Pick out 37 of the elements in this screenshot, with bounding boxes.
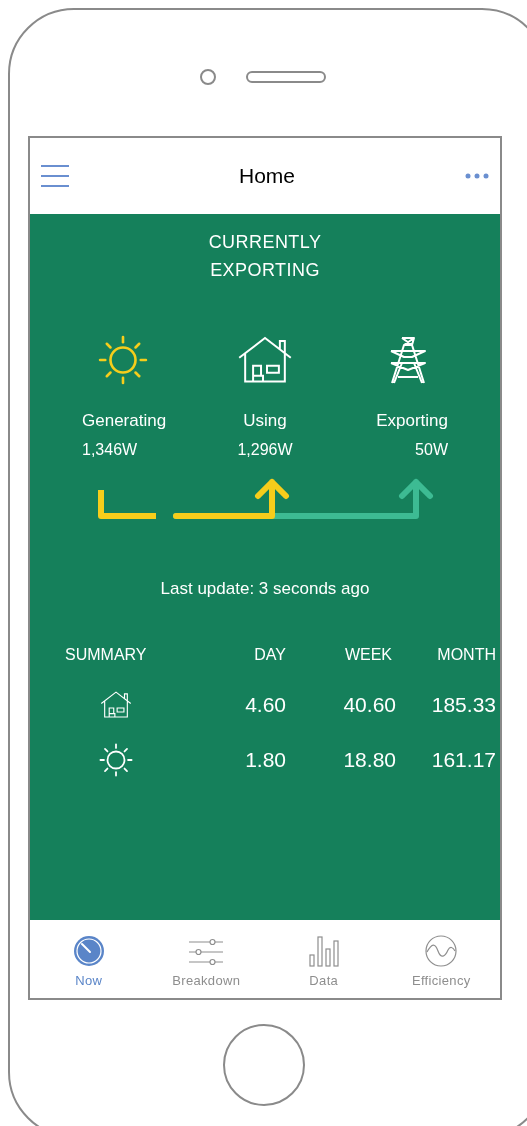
more-icon[interactable] xyxy=(464,172,490,180)
sun-icon xyxy=(98,335,148,385)
sliders-icon xyxy=(188,936,225,967)
house-icon xyxy=(100,691,132,719)
summary-value: 161.17 xyxy=(430,746,496,773)
summary-value: 40.60 xyxy=(342,692,396,718)
page-title: Home xyxy=(239,163,295,190)
summary-value: 18.80 xyxy=(342,746,396,773)
tab[interactable]: Data xyxy=(265,920,383,998)
flow-label: Using xyxy=(243,410,287,432)
flow-value: 1,296W xyxy=(237,439,293,460)
flow-value: 1,346W xyxy=(82,439,138,460)
column-header: MONTH xyxy=(436,645,496,665)
home-button[interactable] xyxy=(223,1024,305,1106)
summary-value: 185.33 xyxy=(430,692,496,718)
wave-icon xyxy=(425,934,458,967)
column-header: SUMMARY xyxy=(64,645,148,665)
summary-value: 1.80 xyxy=(244,746,286,773)
tab[interactable]: Breakdown xyxy=(147,920,265,998)
flow-label: Exporting xyxy=(376,410,448,432)
pylon-icon xyxy=(388,335,428,385)
column-header: DAY xyxy=(253,645,286,665)
last-update-text: Last update: 3 seconds ago xyxy=(159,577,371,600)
tab[interactable]: Efficiency xyxy=(382,920,500,998)
status-heading: CURRENTLY EXPORTING xyxy=(207,231,323,282)
sun-icon xyxy=(99,742,133,777)
menu-icon[interactable] xyxy=(40,164,70,188)
gauge-icon xyxy=(72,934,105,967)
camera-icon xyxy=(200,69,216,85)
summary-value: 4.60 xyxy=(244,692,286,718)
house-icon xyxy=(237,336,293,384)
column-header: WEEK xyxy=(343,645,393,665)
speaker-icon xyxy=(246,71,326,83)
flow-label: Generating xyxy=(82,410,167,432)
bar-chart-icon xyxy=(308,934,339,967)
tab[interactable]: Now xyxy=(30,920,148,998)
flow-value: 50W xyxy=(415,439,448,460)
